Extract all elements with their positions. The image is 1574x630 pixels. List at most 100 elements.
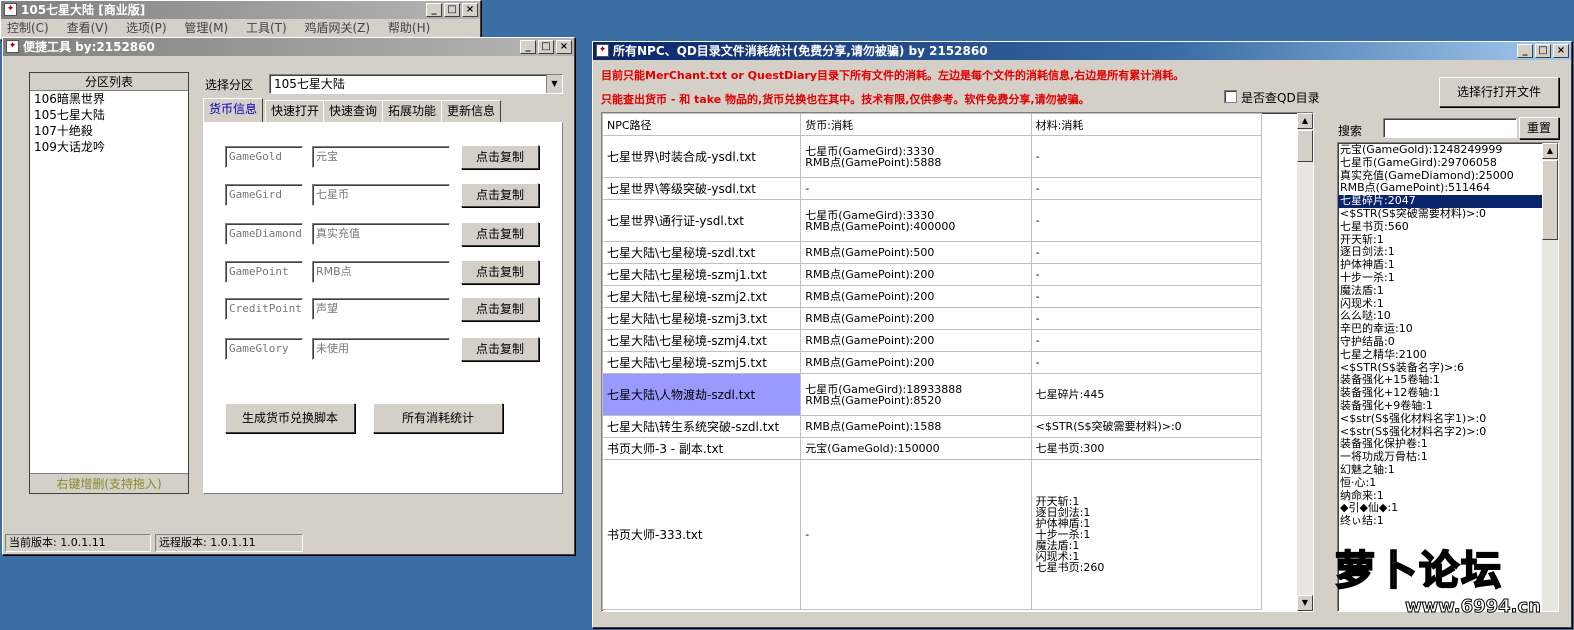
row-path[interactable]: 七星大陆\七星秘境-szdl.txt bbox=[602, 241, 802, 264]
total-item[interactable]: 一将功成万骨枯:1 bbox=[1338, 450, 1542, 464]
currency-code-field[interactable]: GameDiamond bbox=[225, 223, 303, 245]
open-file-button[interactable]: 选择行打开文件 bbox=[1439, 77, 1559, 107]
region-list[interactable]: 106暗黑世界 105七星大陆 107十绝殺 109大话龙吟 bbox=[30, 91, 188, 473]
minimize-button[interactable]: _ bbox=[520, 40, 536, 54]
reset-button[interactable]: 重置 bbox=[1519, 117, 1559, 139]
tab-quick-open[interactable]: 快速打开 bbox=[265, 100, 326, 122]
list-item[interactable]: 106暗黑世界 bbox=[30, 91, 188, 107]
list-item[interactable]: 109大话龙吟 bbox=[30, 139, 188, 155]
scroll-up-icon[interactable]: ▲ bbox=[1542, 143, 1558, 159]
menu-tools[interactable]: 工具(T) bbox=[246, 21, 287, 35]
currency-name-field[interactable]: 七星币 bbox=[312, 184, 450, 206]
table-scrollbar[interactable]: ▲ ▼ bbox=[1297, 113, 1313, 611]
copy-button[interactable]: 点击复制 bbox=[461, 297, 539, 321]
table-row[interactable]: 七星大陆\七星秘境-szmj3.txt RMB点(GamePoint):200 - bbox=[602, 307, 1263, 330]
currency-code-field[interactable]: GameGold bbox=[225, 146, 303, 168]
table-row[interactable]: 七星大陆\人物渡劫-szdl.txt 七星币(GameGird):18933888… bbox=[602, 373, 1263, 416]
table-row[interactable]: 七星大陆\转生系统突破-szdl.txt RMB点(GamePoint):1588… bbox=[602, 415, 1263, 438]
row-path[interactable]: 七星大陆\转生系统突破-szdl.txt bbox=[602, 415, 802, 438]
table-row[interactable]: 七星大陆\七星秘境-szmj4.txt RMB点(GamePoint):200 - bbox=[602, 329, 1263, 352]
currency-code-field[interactable]: GamePoint bbox=[225, 261, 303, 283]
total-item[interactable]: 幻魅之轴:1 bbox=[1338, 463, 1542, 477]
column-header-material[interactable]: 材料:消耗 bbox=[1030, 113, 1263, 136]
column-header-currency[interactable]: 货币:消耗 bbox=[800, 113, 1032, 136]
tab-currency[interactable]: 货币信息 bbox=[203, 98, 264, 122]
tab-updates[interactable]: 更新信息 bbox=[441, 100, 502, 122]
currency-name-field[interactable]: 元宝 bbox=[312, 146, 450, 168]
copy-button[interactable]: 点击复制 bbox=[461, 145, 539, 169]
menu-control[interactable]: 控制(C) bbox=[7, 21, 49, 35]
copy-button[interactable]: 点击复制 bbox=[461, 337, 539, 361]
menu-view[interactable]: 查看(V) bbox=[67, 21, 109, 35]
row-path[interactable]: 七星大陆\七星秘境-szmj3.txt bbox=[602, 307, 802, 330]
table-row[interactable]: 七星大陆\七星秘境-szdl.txt RMB点(GamePoint):500 - bbox=[602, 241, 1263, 264]
stats-window-titlebar[interactable]: ✦ 所有NPC、QD目录文件消耗统计(免费分享,请勿被骗) by 2152860… bbox=[593, 42, 1571, 60]
table-row[interactable]: 七星世界\时装合成-ysdl.txt 七星币(GameGird):3330 RMB点… bbox=[602, 135, 1263, 178]
total-item[interactable]: <$STR(S$突破需要材料)>:0 bbox=[1338, 207, 1542, 221]
currency-name-field[interactable]: 声望 bbox=[312, 298, 450, 320]
total-item[interactable]: 守护结晶:0 bbox=[1338, 335, 1542, 349]
currency-code-field[interactable]: CreditPoint bbox=[225, 298, 303, 320]
row-path[interactable]: 七星大陆\七星秘境-szmj4.txt bbox=[602, 329, 802, 352]
column-header-path[interactable]: NPC路径 bbox=[602, 113, 802, 136]
main-window-titlebar[interactable]: ✦ 105七星大陆 [商业版] _ □ × bbox=[1, 1, 480, 19]
maximize-button[interactable]: □ bbox=[444, 3, 460, 17]
menu-help[interactable]: 帮助(H) bbox=[388, 21, 430, 35]
row-path[interactable]: 书页大师-3 - 副本.txt bbox=[602, 437, 802, 460]
row-path[interactable]: 七星世界\时装合成-ysdl.txt bbox=[602, 135, 802, 178]
row-path[interactable]: 书页大师-333.txt bbox=[602, 459, 802, 610]
currency-code-field[interactable]: GameGlory bbox=[225, 338, 303, 360]
close-button[interactable]: × bbox=[462, 3, 478, 17]
scroll-thumb[interactable] bbox=[1542, 160, 1558, 240]
totals-list[interactable]: 元宝(GameGold):1248249999 七星币(GameGird):297… bbox=[1338, 143, 1542, 528]
row-path[interactable]: 七星大陆\七星秘境-szmj5.txt bbox=[602, 351, 802, 374]
total-item[interactable]: 装备强化+9卷轴:1 bbox=[1338, 399, 1542, 413]
generate-script-button[interactable]: 生成货币兑换脚本 bbox=[225, 403, 355, 433]
scroll-down-icon[interactable]: ▼ bbox=[1297, 595, 1313, 611]
total-item[interactable]: 恒·心:1 bbox=[1338, 476, 1542, 490]
row-path[interactable]: 七星世界\通行证-ysdl.txt bbox=[602, 199, 802, 242]
currency-name-field[interactable]: RMB点 bbox=[312, 261, 450, 283]
qd-checkbox[interactable] bbox=[1224, 90, 1237, 103]
row-path[interactable]: 七星世界\等级突破-ysdl.txt bbox=[602, 177, 802, 200]
menu-gateway[interactable]: 鸡盾网关(Z) bbox=[305, 21, 371, 35]
scroll-thumb[interactable] bbox=[1297, 130, 1313, 162]
list-item[interactable]: 105七星大陆 bbox=[30, 107, 188, 123]
table-row[interactable]: 七星世界\等级突破-ysdl.txt - - bbox=[602, 177, 1263, 200]
copy-button[interactable]: 点击复制 bbox=[461, 260, 539, 284]
tools-window-titlebar[interactable]: ✦ 便捷工具 by:2152860 _ □ × bbox=[3, 38, 574, 56]
total-item[interactable]: 魔法盾:1 bbox=[1338, 284, 1542, 298]
total-item[interactable]: 七星之精华:2100 bbox=[1338, 348, 1542, 362]
total-item[interactable]: 终ぃ结:1 bbox=[1338, 514, 1542, 528]
table-row[interactable]: 七星大陆\七星秘境-szmj2.txt RMB点(GamePoint):200 - bbox=[602, 285, 1263, 308]
row-path[interactable]: 七星大陆\七星秘境-szmj1.txt bbox=[602, 263, 802, 286]
minimize-button[interactable]: _ bbox=[426, 3, 442, 17]
all-stats-button[interactable]: 所有消耗统计 bbox=[373, 403, 503, 433]
close-button[interactable]: × bbox=[556, 40, 572, 54]
minimize-button[interactable]: _ bbox=[1517, 44, 1533, 58]
list-item[interactable]: 107十绝殺 bbox=[30, 123, 188, 139]
maximize-button[interactable]: □ bbox=[538, 40, 554, 54]
menu-manage[interactable]: 管理(M) bbox=[184, 21, 228, 35]
total-item[interactable]: <$str(S$强化材料名字1)>:0 bbox=[1338, 412, 1542, 426]
chevron-down-icon[interactable]: ▼ bbox=[546, 75, 562, 93]
currency-name-field[interactable]: 未使用 bbox=[312, 338, 450, 360]
table-row[interactable]: 书页大师-333.txt - 开天斩:1 逐日剑法:1 护体神盾:1 十步一杀:1 魔法盾:… bbox=[602, 459, 1263, 610]
row-path-selected[interactable]: 七星大陆\人物渡劫-szdl.txt bbox=[602, 373, 802, 416]
menu-options[interactable]: 选项(P) bbox=[126, 21, 167, 35]
scroll-up-icon[interactable]: ▲ bbox=[1297, 113, 1313, 129]
tab-quick-query[interactable]: 快速查询 bbox=[323, 100, 384, 122]
maximize-button[interactable]: □ bbox=[1535, 44, 1551, 58]
row-path[interactable]: 七星大陆\七星秘境-szmj2.txt bbox=[602, 285, 802, 308]
table-row[interactable]: 七星世界\通行证-ysdl.txt 七星币(GameGird):3330 RMB点(… bbox=[602, 199, 1263, 242]
table-row[interactable]: 七星大陆\七星秘境-szmj1.txt RMB点(GamePoint):200 - bbox=[602, 263, 1263, 286]
total-item[interactable]: 七星书页:560 bbox=[1338, 220, 1542, 234]
region-select[interactable]: 105七星大陆 ▼ bbox=[269, 74, 563, 94]
close-button[interactable]: × bbox=[1553, 44, 1569, 58]
search-input[interactable] bbox=[1383, 118, 1517, 138]
tab-extensions[interactable]: 拓展功能 bbox=[382, 100, 443, 122]
total-item[interactable]: 元宝(GameGold):1248249999 bbox=[1338, 143, 1542, 157]
table-row[interactable]: 七星大陆\七星秘境-szmj5.txt RMB点(GamePoint):200 - bbox=[602, 351, 1263, 374]
total-item[interactable]: 七星币(GameGird):29706058 bbox=[1338, 156, 1542, 170]
table-row[interactable]: 书页大师-3 - 副本.txt 元宝(GameGold):150000 七星书页:3… bbox=[602, 437, 1263, 460]
